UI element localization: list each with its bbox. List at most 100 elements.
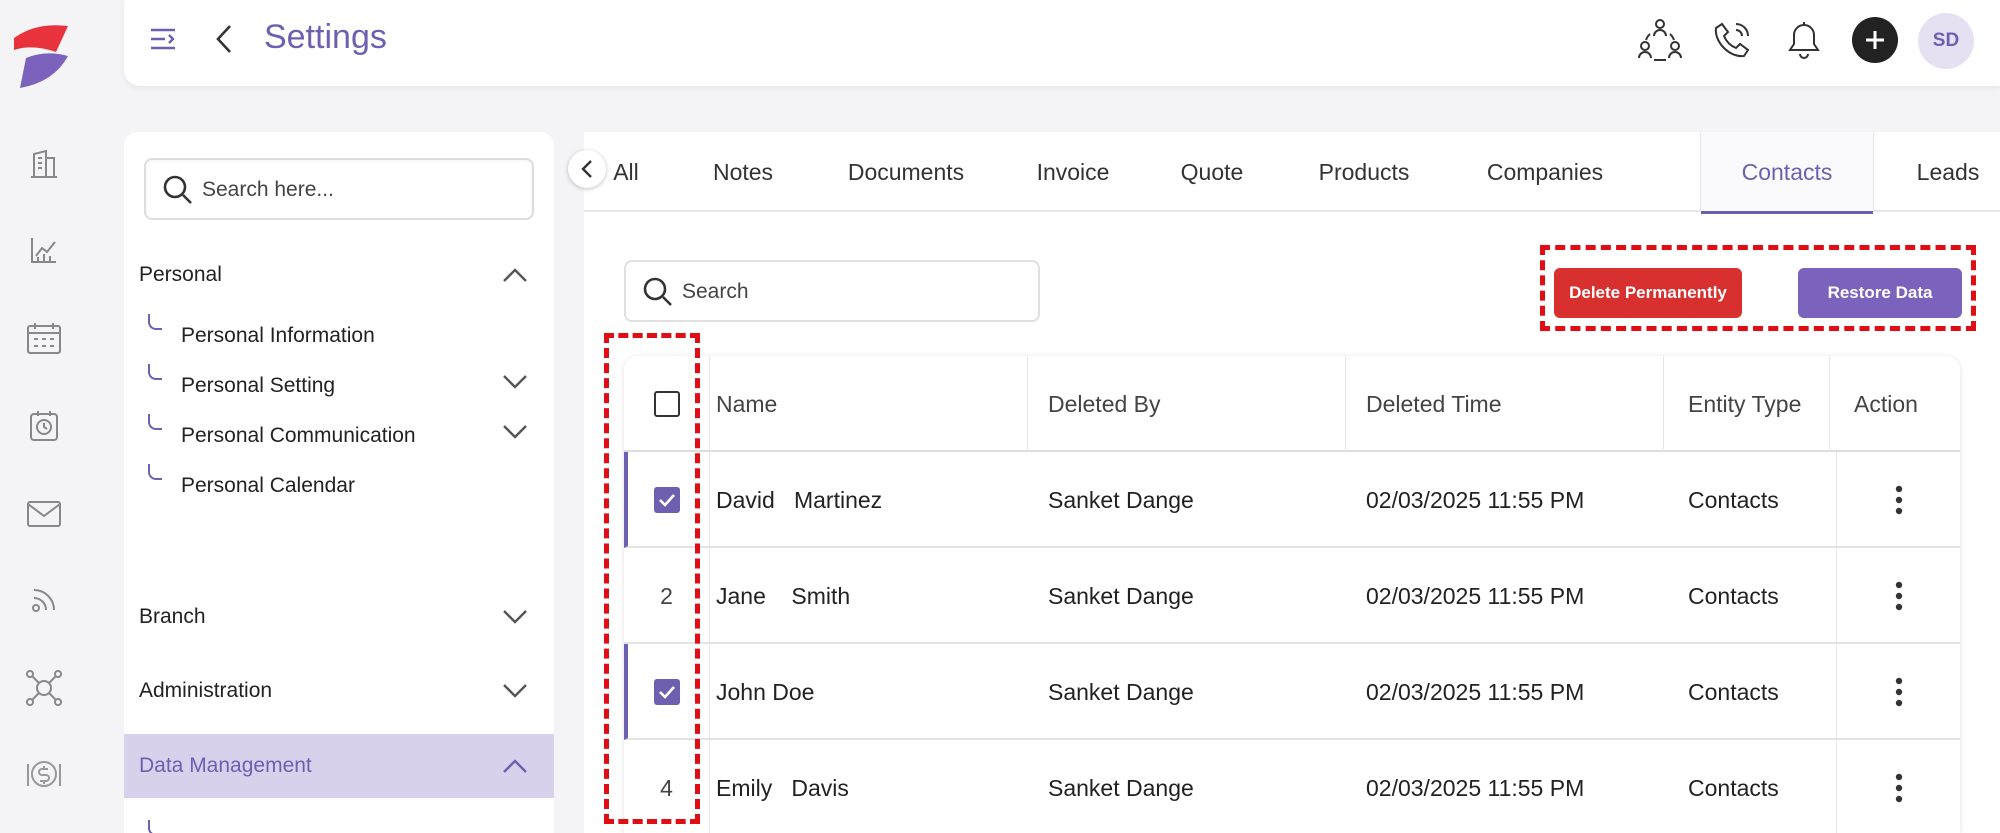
column-header-deleted-time[interactable]: Deleted Time [1346, 356, 1664, 452]
settings-search [144, 158, 534, 220]
column-header-deleted-by[interactable]: Deleted By [1028, 356, 1346, 452]
dollar-icon[interactable] [24, 754, 64, 794]
section-administration-label: Administration [139, 679, 273, 702]
sidebar-item-label: Personal Calendar [181, 474, 355, 497]
row-actions-button[interactable] [1836, 644, 1960, 740]
table-row[interactable]: 4 Emily Davis Sanket Dange 02/03/2025 11:55… [624, 740, 1960, 833]
plus-icon [1866, 31, 1884, 49]
chevron-down-icon [502, 424, 528, 440]
search-icon [642, 276, 674, 308]
table-row[interactable]: David Martinez Sanket Dange 02/03/2025 11:… [624, 452, 1960, 548]
building-icon[interactable] [24, 144, 64, 184]
settings-search-input[interactable] [202, 174, 522, 206]
chevron-up-icon [502, 758, 528, 774]
cell-name: David Martinez [716, 486, 883, 513]
more-vertical-icon [1895, 581, 1902, 611]
team-icon[interactable] [1636, 16, 1684, 64]
section-personal[interactable]: Personal [124, 244, 554, 306]
row-index: 4 [660, 774, 673, 801]
more-vertical-icon [1895, 773, 1902, 803]
chevron-down-icon [502, 683, 528, 699]
column-header-name[interactable]: Name [710, 356, 1028, 452]
checkmark-icon [658, 494, 675, 507]
tab-documents[interactable]: Documents [838, 132, 974, 212]
table-search-input[interactable] [682, 276, 1022, 308]
sidebar-item-personal-information[interactable]: Personal Information [124, 310, 554, 360]
clock-icon[interactable] [24, 406, 64, 446]
row-actions-button[interactable] [1836, 548, 1960, 644]
tree-branch [148, 820, 162, 833]
tab-all[interactable]: All [604, 132, 648, 212]
back-icon[interactable] [212, 22, 236, 56]
entity-tabs: All Notes Documents Invoice Quote Produc… [568, 132, 2000, 214]
row-index: 2 [660, 582, 673, 609]
row-checkbox[interactable] [653, 679, 680, 705]
chevron-left-icon [581, 160, 592, 178]
sidebar-item-label: Personal Information [181, 324, 375, 347]
section-branch[interactable]: Branch [124, 586, 554, 648]
delete-permanently-button[interactable]: Delete Permanently [1554, 268, 1742, 318]
tab-contacts[interactable]: Contacts [1700, 132, 1874, 214]
sidebar-item-personal-setting[interactable]: Personal Setting [124, 360, 554, 410]
section-personal-label: Personal [139, 263, 222, 286]
left-rail [0, 0, 110, 833]
analytics-icon[interactable] [24, 230, 64, 270]
cell-entity-type: Contacts [1688, 486, 1779, 513]
avatar[interactable]: SD [1918, 13, 1974, 69]
column-header-action: Action [1854, 390, 1918, 417]
select-all-cell [624, 356, 710, 452]
search-icon [162, 174, 194, 206]
row-checkbox[interactable] [653, 487, 680, 513]
main-content: All Notes Documents Invoice Quote Produc… [568, 132, 2000, 833]
top-header: Settings SD [124, 0, 2000, 86]
tab-companies[interactable]: Companies [1476, 132, 1614, 212]
page-title: Settings [264, 18, 387, 56]
section-administration[interactable]: Administration [124, 660, 554, 722]
phone-icon[interactable] [1708, 16, 1756, 64]
chevron-down-icon [502, 609, 528, 625]
more-vertical-icon [1895, 677, 1902, 707]
cell-name: Jane Smith [716, 582, 851, 609]
bell-icon[interactable] [1780, 16, 1828, 64]
calendar-icon[interactable] [24, 318, 64, 358]
mail-icon[interactable] [24, 494, 64, 534]
tab-products[interactable]: Products [1306, 132, 1422, 212]
app-logo[interactable] [6, 12, 72, 92]
tab-notes[interactable]: Notes [702, 132, 784, 212]
feed-icon[interactable] [24, 580, 64, 620]
network-icon[interactable] [24, 668, 64, 708]
tab-invoice[interactable]: Invoice [1028, 132, 1118, 212]
tab-quote[interactable]: Quote [1172, 132, 1252, 212]
table-header: Name Deleted By Deleted Time Entity Type… [624, 356, 1960, 452]
table-row[interactable]: John Doe Sanket Dange 02/03/2025 11:55 PM C… [624, 644, 1960, 740]
tree-branch [148, 364, 162, 380]
chevron-down-icon [502, 374, 528, 390]
settings-panel: Personal Personal Information Personal S… [124, 132, 554, 833]
add-button[interactable] [1852, 17, 1898, 63]
tree-branch [148, 414, 162, 430]
row-actions-button[interactable] [1836, 740, 1960, 833]
cell-deleted-by: Sanket Dange [1048, 486, 1194, 513]
cell-deleted-time: 02/03/2025 11:55 PM [1366, 774, 1585, 801]
row-actions-button[interactable] [1836, 452, 1960, 548]
cell-entity-type: Contacts [1688, 678, 1779, 705]
select-all-checkbox[interactable] [653, 391, 680, 417]
column-header-entity-type[interactable]: Entity Type [1664, 356, 1830, 452]
sidebar-item-personal-calendar[interactable]: Personal Calendar [124, 460, 554, 510]
row-select-cell: 4 [624, 740, 710, 833]
more-vertical-icon [1895, 485, 1902, 515]
restore-data-button[interactable]: Restore Data [1798, 268, 1962, 318]
sidebar-item-data-management-sub[interactable] [124, 816, 554, 833]
cell-deleted-time: 02/03/2025 11:55 PM [1366, 486, 1585, 513]
collapse-panel-button[interactable] [568, 150, 606, 188]
row-select-cell[interactable] [624, 452, 710, 548]
row-select-cell: 2 [624, 548, 710, 644]
cell-deleted-time: 02/03/2025 11:55 PM [1366, 582, 1585, 609]
tab-leads[interactable]: Leads [1896, 132, 2000, 212]
cell-entity-type: Contacts [1688, 774, 1779, 801]
menu-icon[interactable] [148, 24, 178, 54]
table-row[interactable]: 2 Jane Smith Sanket Dange 02/03/2025 11:55 … [624, 548, 1960, 644]
section-data-management[interactable]: Data Management [124, 734, 554, 798]
sidebar-item-personal-communication[interactable]: Personal Communication [124, 410, 554, 460]
row-select-cell[interactable] [624, 644, 710, 740]
